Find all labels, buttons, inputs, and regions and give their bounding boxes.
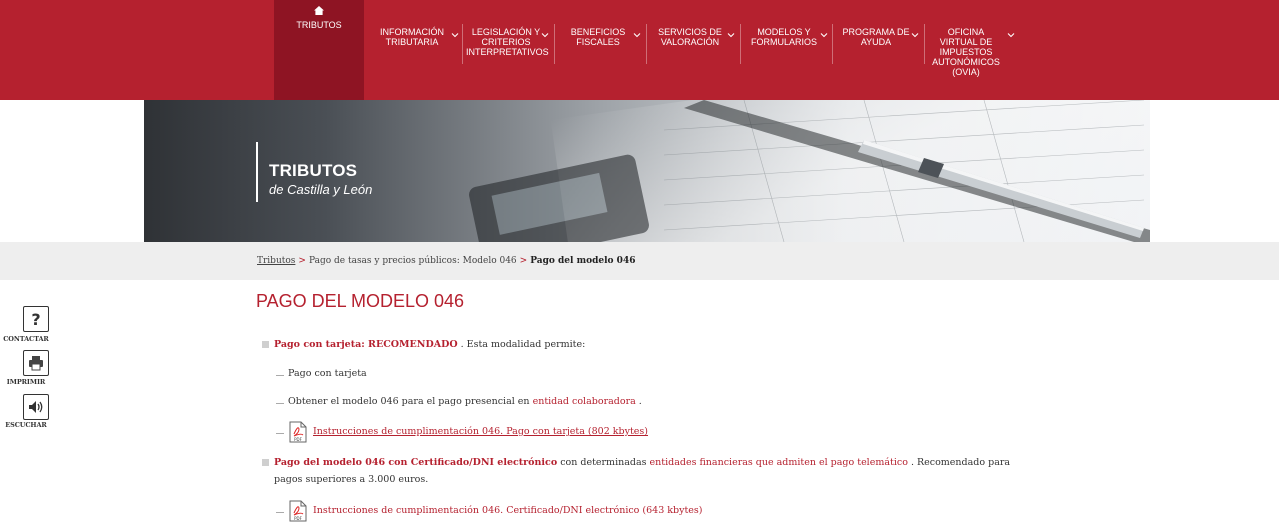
pdf-label: PDF (294, 516, 302, 521)
breadcrumb-separator: > (298, 256, 306, 266)
nav-label-servicios: SERVICIOS DE VALORACIÓN (658, 27, 722, 47)
pdf-label: PDF (294, 437, 302, 442)
card-sub-item-2-text: Obtener el modelo 046 para el pago prese… (288, 396, 533, 407)
breadcrumb-item-modelo-046[interactable]: Pago de tasas y precios públicos: Modelo… (309, 256, 517, 266)
nav-divider (554, 24, 555, 64)
page-title: PAGO DEL MODELO 046 (256, 291, 465, 311)
banner-title-divider (256, 142, 258, 202)
breadcrumb-current: Pago del modelo 046 (530, 256, 636, 266)
nav-label-informacion: INFORMACIÓN TRIBUTARIA (380, 27, 444, 47)
card-instructions-link[interactable]: Instrucciones de cumplimentación 046. Pa… (313, 426, 648, 437)
chevron-down-icon[interactable] (819, 30, 829, 40)
certificate-instructions-link[interactable]: Instrucciones de cumplimentación 046. Ce… (313, 505, 703, 516)
speaker-icon[interactable] (23, 394, 49, 420)
print-label: IMPRIMIR (6, 378, 46, 386)
entidad-colaboradora-link[interactable]: entidad colaboradora (533, 396, 636, 407)
card-sub-item-2: Obtener el modelo 046 para el pago prese… (288, 396, 642, 407)
nav-label-legislacion: LEGISLACIÓN Y CRITERIOS INTERPRETATIVOS (466, 27, 549, 57)
breadcrumb-separator: > (519, 256, 528, 266)
listen-label: ESCUCHAR (5, 421, 47, 429)
nav-item-legislacion[interactable]: LEGISLACIÓN Y CRITERIOS INTERPRETATIVOS (466, 27, 549, 87)
chevron-down-icon[interactable] (540, 30, 550, 40)
nav-divider (924, 24, 925, 64)
chevron-down-icon[interactable] (632, 30, 642, 40)
pdf-file-icon[interactable]: PDF (289, 421, 307, 443)
chevron-down-icon[interactable] (726, 30, 736, 40)
pdf-file-icon[interactable]: PDF (289, 500, 307, 522)
nav-divider (462, 24, 463, 64)
chevron-down-icon[interactable] (910, 30, 920, 40)
chevron-down-icon[interactable] (1006, 30, 1016, 40)
nav-divider (646, 24, 647, 64)
nav-item-tributos[interactable]: TRIBUTOS (274, 0, 364, 100)
card-payment-text: . Esta modalidad permite: (457, 339, 586, 350)
breadcrumb-bar (0, 242, 1279, 280)
breadcrumb-link-tributos[interactable]: Tributos (257, 256, 295, 266)
nav-item-informacion-tributaria[interactable]: INFORMACIÓN TRIBUTARIA (374, 27, 450, 87)
nav-item-ovia[interactable]: OFICINA VIRTUAL DE IMPUESTOS AUTONÓMICOS… (928, 27, 1004, 97)
list-bullet (262, 459, 269, 466)
top-navigation-bar: TRIBUTOS INFORMACIÓN TRIBUTARIA LEGISLAC… (0, 0, 1279, 100)
nav-item-servicios[interactable]: SERVICIOS DE VALORACIÓN (652, 27, 728, 87)
list-dash (276, 433, 284, 434)
hero-banner: TRIBUTOS de Castilla y León (144, 100, 1150, 242)
certificate-payment-text-end: . Recomendado para (907, 457, 1011, 468)
print-tool[interactable]: IMPRIMIR (7, 350, 60, 390)
card-sub-item-2-end: . (635, 396, 642, 407)
printer-icon[interactable] (23, 350, 49, 376)
list-dash (276, 403, 284, 404)
breadcrumb: Tributos > Pago de tasas y precios público… (257, 256, 635, 266)
list-dash (276, 375, 284, 376)
entidades-financieras-link[interactable]: entidades financieras que admiten el pag… (650, 457, 908, 468)
certificate-payment-paragraph: Pago del modelo 046 con Certificado/DNI … (274, 454, 1010, 471)
nav-divider (832, 24, 833, 64)
listen-tool[interactable]: ESCUCHAR (5, 394, 60, 434)
certificate-payment-text: con determinadas (557, 457, 650, 468)
nav-item-programa-ayuda[interactable]: PROGRAMA DE AYUDA (838, 27, 914, 87)
certificate-payment-line2: pagos superiores a 3.000 euros. (274, 474, 429, 485)
nav-label-programa: PROGRAMA DE AYUDA (842, 27, 910, 47)
banner-subtitle: de Castilla y León (269, 182, 373, 197)
chevron-down-icon[interactable] (450, 30, 460, 40)
nav-item-beneficios[interactable]: BENEFICIOS FISCALES (560, 27, 636, 87)
card-payment-paragraph: Pago con tarjeta: RECOMENDADO . Esta mod… (274, 336, 585, 353)
nav-label-ovia: OFICINA VIRTUAL DE IMPUESTOS AUTONÓMICOS… (932, 27, 1000, 77)
nav-divider (740, 24, 741, 64)
nav-label-beneficios: BENEFICIOS FISCALES (570, 27, 626, 47)
card-sub-item-1: Pago con tarjeta (288, 368, 367, 379)
list-dash (276, 512, 284, 513)
nav-label-tributos: TRIBUTOS (296, 20, 342, 30)
nav-label-modelos: MODELOS Y FORMULARIOS (750, 27, 817, 47)
nav-item-modelos[interactable]: MODELOS Y FORMULARIOS (746, 27, 822, 87)
card-payment-heading: Pago con tarjeta: RECOMENDADO (274, 339, 458, 350)
contact-label: CONTACTAR (3, 335, 49, 343)
certificate-payment-heading: Pago del modelo 046 con Certificado/DNI … (274, 457, 558, 468)
home-icon (274, 6, 364, 18)
list-bullet (262, 341, 269, 348)
svg-text:?: ? (31, 310, 40, 328)
help-question-icon[interactable]: ? (23, 306, 49, 332)
contact-tool[interactable]: ? CONTACTAR (3, 306, 60, 346)
banner-title: TRIBUTOS (269, 161, 358, 180)
